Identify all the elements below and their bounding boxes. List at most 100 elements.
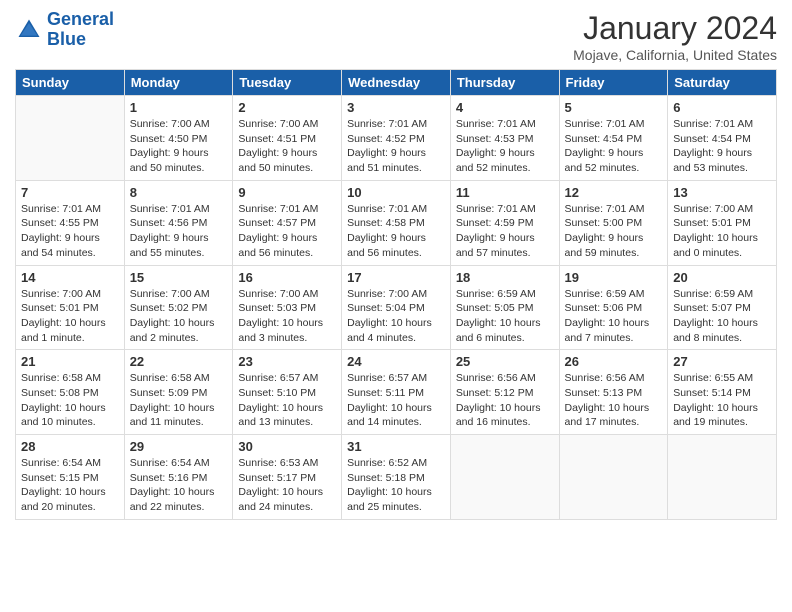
calendar-week-2: 7 Sunrise: 7:01 AMSunset: 4:55 PMDaylight…	[16, 180, 777, 265]
day-info: Sunrise: 6:59 AMSunset: 5:05 PMDaylight:…	[456, 287, 554, 346]
logo-text: General Blue	[47, 10, 114, 50]
calendar-cell	[450, 435, 559, 520]
day-info: Sunrise: 6:55 AMSunset: 5:14 PMDaylight:…	[673, 371, 771, 430]
calendar-cell: 2Sunrise: 7:00 AMSunset: 4:51 PMDaylight…	[233, 96, 342, 181]
sunrise-text: Sunrise: 7:00 AM	[130, 117, 228, 132]
col-friday: Friday	[559, 70, 668, 96]
day-info: Sunrise: 7:00 AMSunset: 5:01 PMDaylight:…	[21, 287, 119, 346]
calendar-table: Sunday Monday Tuesday Wednesday Thursday…	[15, 69, 777, 520]
calendar-cell: 5Sunrise: 7:01 AMSunset: 4:54 PMDaylight…	[559, 96, 668, 181]
sunset-text: Sunset: 5:12 PM	[456, 386, 554, 401]
day-info: Sunrise: 6:57 AMSunset: 5:11 PMDaylight:…	[347, 371, 445, 430]
day-info: Sunrise: 7:01 AMSunset: 5:00 PMDaylight:…	[565, 202, 663, 261]
calendar-cell: 15Sunrise: 7:00 AMSunset: 5:02 PMDayligh…	[124, 265, 233, 350]
sunset-text: Sunset: 5:04 PM	[347, 301, 445, 316]
day-number: 26	[565, 354, 663, 369]
col-wednesday: Wednesday	[342, 70, 451, 96]
calendar-cell	[668, 435, 777, 520]
page-container: General Blue January 2024 Mojave, Califo…	[0, 0, 792, 530]
day-info: Sunrise: 6:59 AMSunset: 5:06 PMDaylight:…	[565, 287, 663, 346]
sunset-text: Sunset: 5:07 PM	[673, 301, 771, 316]
calendar-cell: 27 Sunrise: 6:55 AMSunset: 5:14 PMDayligh…	[668, 350, 777, 435]
calendar-cell: 18Sunrise: 6:59 AMSunset: 5:05 PMDayligh…	[450, 265, 559, 350]
sunset-text: Sunset: 5:16 PM	[130, 471, 228, 486]
calendar-cell: 1Sunrise: 7:00 AMSunset: 4:50 PMDaylight…	[124, 96, 233, 181]
daylight-text: Daylight: 10 hoursand 24 minutes.	[238, 485, 336, 514]
day-number: 9	[238, 185, 336, 200]
day-info: Sunrise: 6:57 AMSunset: 5:10 PMDaylight:…	[238, 371, 336, 430]
day-number: 15	[130, 270, 228, 285]
day-info: Sunrise: 7:01 AMSunset: 4:55 PMDaylight:…	[21, 202, 119, 261]
sunset-text: Sunset: 5:10 PM	[238, 386, 336, 401]
sunset-text: Sunset: 4:54 PM	[565, 132, 663, 147]
sunrise-text: Sunrise: 7:00 AM	[673, 202, 771, 217]
day-info: Sunrise: 7:00 AMSunset: 5:01 PMDaylight:…	[673, 202, 771, 261]
day-number: 19	[565, 270, 663, 285]
sunrise-text: Sunrise: 7:00 AM	[347, 287, 445, 302]
calendar-cell: 3 Sunrise: 7:01 AMSunset: 4:52 PMDaylight…	[342, 96, 451, 181]
day-info: Sunrise: 6:52 AMSunset: 5:18 PMDaylight:…	[347, 456, 445, 515]
sunrise-text: Sunrise: 6:53 AM	[238, 456, 336, 471]
day-info: Sunrise: 6:58 AMSunset: 5:09 PMDaylight:…	[130, 371, 228, 430]
calendar-cell: 4Sunrise: 7:01 AMSunset: 4:53 PMDaylight…	[450, 96, 559, 181]
sunrise-text: Sunrise: 7:01 AM	[673, 117, 771, 132]
daylight-text: Daylight: 10 hoursand 0 minutes.	[673, 231, 771, 260]
day-number: 3	[347, 100, 445, 115]
day-number: 29	[130, 439, 228, 454]
col-tuesday: Tuesday	[233, 70, 342, 96]
calendar-cell: 7 Sunrise: 7:01 AMSunset: 4:55 PMDaylight…	[16, 180, 125, 265]
daylight-text: Daylight: 9 hoursand 54 minutes.	[21, 231, 119, 260]
daylight-text: Daylight: 10 hoursand 10 minutes.	[21, 401, 119, 430]
day-info: Sunrise: 7:01 AMSunset: 4:53 PMDaylight:…	[456, 117, 554, 176]
day-info: Sunrise: 7:00 AMSunset: 5:03 PMDaylight:…	[238, 287, 336, 346]
calendar-cell: 8Sunrise: 7:01 AMSunset: 4:56 PMDaylight…	[124, 180, 233, 265]
sunrise-text: Sunrise: 7:00 AM	[130, 287, 228, 302]
day-number: 7	[21, 185, 119, 200]
sunrise-text: Sunrise: 7:01 AM	[456, 117, 554, 132]
sunrise-text: Sunrise: 6:57 AM	[238, 371, 336, 386]
daylight-text: Daylight: 9 hoursand 52 minutes.	[456, 146, 554, 175]
sunset-text: Sunset: 5:05 PM	[456, 301, 554, 316]
day-number: 10	[347, 185, 445, 200]
daylight-text: Daylight: 10 hoursand 20 minutes.	[21, 485, 119, 514]
col-saturday: Saturday	[668, 70, 777, 96]
day-number: 13	[673, 185, 771, 200]
day-info: Sunrise: 7:00 AMSunset: 4:50 PMDaylight:…	[130, 117, 228, 176]
sunrise-text: Sunrise: 6:56 AM	[456, 371, 554, 386]
daylight-text: Daylight: 9 hoursand 56 minutes.	[238, 231, 336, 260]
daylight-text: Daylight: 9 hoursand 52 minutes.	[565, 146, 663, 175]
calendar-cell: 22Sunrise: 6:58 AMSunset: 5:09 PMDayligh…	[124, 350, 233, 435]
col-thursday: Thursday	[450, 70, 559, 96]
sunset-text: Sunset: 4:58 PM	[347, 216, 445, 231]
daylight-text: Daylight: 10 hoursand 7 minutes.	[565, 316, 663, 345]
sunrise-text: Sunrise: 6:58 AM	[130, 371, 228, 386]
calendar-week-1: 1Sunrise: 7:00 AMSunset: 4:50 PMDaylight…	[16, 96, 777, 181]
calendar-cell: 21Sunrise: 6:58 AMSunset: 5:08 PMDayligh…	[16, 350, 125, 435]
day-info: Sunrise: 7:01 AMSunset: 4:52 PMDaylight:…	[347, 117, 445, 176]
day-number: 28	[21, 439, 119, 454]
day-info: Sunrise: 6:58 AMSunset: 5:08 PMDaylight:…	[21, 371, 119, 430]
calendar-cell: 26Sunrise: 6:56 AMSunset: 5:13 PMDayligh…	[559, 350, 668, 435]
sunset-text: Sunset: 4:50 PM	[130, 132, 228, 147]
daylight-text: Daylight: 10 hoursand 13 minutes.	[238, 401, 336, 430]
daylight-text: Daylight: 10 hoursand 14 minutes.	[347, 401, 445, 430]
calendar-cell: 28Sunrise: 6:54 AMSunset: 5:15 PMDayligh…	[16, 435, 125, 520]
daylight-text: Daylight: 9 hoursand 56 minutes.	[347, 231, 445, 260]
sunset-text: Sunset: 5:00 PM	[565, 216, 663, 231]
daylight-text: Daylight: 10 hoursand 16 minutes.	[456, 401, 554, 430]
sunset-text: Sunset: 4:53 PM	[456, 132, 554, 147]
sunrise-text: Sunrise: 7:00 AM	[238, 287, 336, 302]
daylight-text: Daylight: 10 hoursand 3 minutes.	[238, 316, 336, 345]
day-number: 23	[238, 354, 336, 369]
sunset-text: Sunset: 4:56 PM	[130, 216, 228, 231]
daylight-text: Daylight: 10 hoursand 8 minutes.	[673, 316, 771, 345]
calendar-cell: 19 Sunrise: 6:59 AMSunset: 5:06 PMDayligh…	[559, 265, 668, 350]
day-info: Sunrise: 7:01 AMSunset: 4:56 PMDaylight:…	[130, 202, 228, 261]
day-info: Sunrise: 7:00 AMSunset: 5:04 PMDaylight:…	[347, 287, 445, 346]
day-number: 16	[238, 270, 336, 285]
day-number: 31	[347, 439, 445, 454]
sunset-text: Sunset: 5:06 PM	[565, 301, 663, 316]
day-info: Sunrise: 7:01 AMSunset: 4:54 PMDaylight:…	[565, 117, 663, 176]
sunset-text: Sunset: 5:01 PM	[673, 216, 771, 231]
day-number: 27	[673, 354, 771, 369]
